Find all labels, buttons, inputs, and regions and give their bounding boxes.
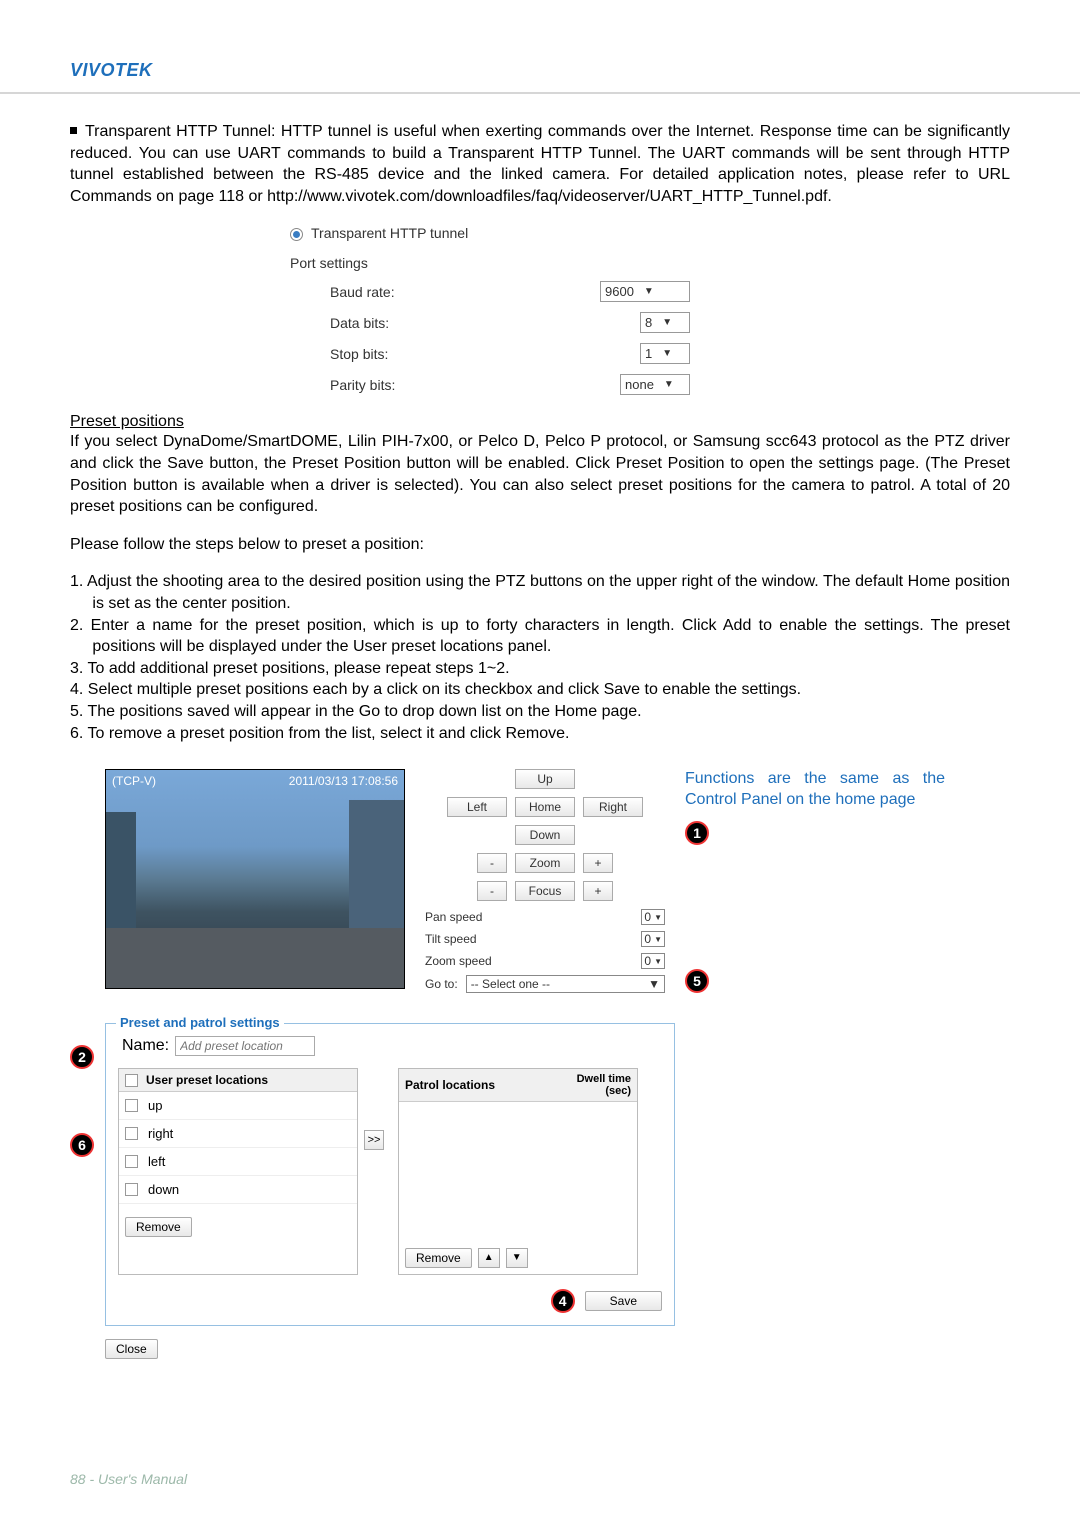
focus-near-button[interactable]: - <box>477 881 507 901</box>
zoom-speed-label: Zoom speed <box>425 954 641 968</box>
parity-label: Parity bits: <box>330 377 620 393</box>
marker-1: 1 <box>685 821 709 845</box>
intro-paragraph: Transparent HTTP Tunnel: HTTP tunnel is … <box>70 121 1010 207</box>
user-preset-box: User preset locations up right left down… <box>118 1068 358 1275</box>
list-item[interactable]: up <box>119 1092 357 1120</box>
video-timestamp: 2011/03/13 17:08:56 <box>289 774 398 788</box>
tilt-speed-label: Tilt speed <box>425 932 641 946</box>
parity-select[interactable]: none▼ <box>620 374 690 395</box>
pan-speed-label: Pan speed <box>425 910 641 924</box>
zoom-in-button[interactable]: + <box>583 853 613 873</box>
remove-button[interactable]: Remove <box>125 1217 192 1237</box>
home-button[interactable]: Home <box>515 797 575 817</box>
ptz-controls: Up Left Home Right Down - Zoom + - Focus… <box>425 769 665 993</box>
chevron-down-icon: ▼ <box>644 286 654 297</box>
baud-select[interactable]: 9600▼ <box>600 281 690 302</box>
goto-label: Go to: <box>425 977 458 991</box>
tilt-speed-select[interactable]: 0▼ <box>641 931 665 947</box>
radio-transparent-http[interactable]: Transparent HTTP tunnel <box>290 225 690 241</box>
chevron-down-icon: ▼ <box>654 935 662 944</box>
steps-list: 1. Adjust the shooting area to the desir… <box>70 571 1010 744</box>
move-up-button[interactable]: ▲ <box>478 1248 500 1268</box>
functions-note: Functions are the same as the Control Pa… <box>685 769 945 811</box>
marker-6: 6 <box>70 1133 94 1157</box>
down-button[interactable]: Down <box>515 825 575 845</box>
chevron-down-icon: ▼ <box>662 317 672 328</box>
preset-patrol-fieldset: Preset and patrol settings Name: User pr… <box>105 1023 675 1326</box>
name-input[interactable] <box>175 1036 315 1056</box>
transfer-button[interactable]: >> <box>364 1130 384 1150</box>
checkbox[interactable] <box>125 1099 138 1112</box>
move-down-button[interactable]: ▼ <box>506 1248 528 1268</box>
patrol-remove-button[interactable]: Remove <box>405 1248 472 1268</box>
chevron-down-icon: ▼ <box>654 957 662 966</box>
up-button[interactable]: Up <box>515 769 575 789</box>
step-2: 2. Enter a name for the preset position,… <box>70 615 1010 658</box>
pan-speed-select[interactable]: 0▼ <box>641 909 665 925</box>
chevron-down-icon: ▼ <box>662 348 672 359</box>
video-preview: (TCP-V) 2011/03/13 17:08:56 <box>105 769 405 989</box>
zoom-out-button[interactable]: - <box>477 853 507 873</box>
select-all-checkbox[interactable] <box>125 1074 138 1087</box>
preset-paragraph: If you select DynaDome/SmartDOME, Lilin … <box>70 431 1010 517</box>
brand: VIVOTEK <box>70 60 1010 81</box>
right-button[interactable]: Right <box>583 797 643 817</box>
left-button[interactable]: Left <box>447 797 507 817</box>
name-label: Name: <box>122 1037 169 1055</box>
step-3: 3. To add additional preset positions, p… <box>70 658 1010 680</box>
patrol-box: Patrol locations Dwell time (sec) Remove… <box>398 1068 638 1275</box>
zoom-speed-select[interactable]: 0▼ <box>641 953 665 969</box>
data-bits-label: Data bits: <box>330 315 640 331</box>
list-item[interactable]: left <box>119 1148 357 1176</box>
step-1: 1. Adjust the shooting area to the desir… <box>70 571 1010 614</box>
step-4: 4. Select multiple preset positions each… <box>70 679 1010 701</box>
fieldset-legend: Preset and patrol settings <box>116 1015 284 1030</box>
checkbox[interactable] <box>125 1183 138 1196</box>
baud-label: Baud rate: <box>330 284 600 300</box>
stop-bits-select[interactable]: 1▼ <box>640 343 690 364</box>
list-item[interactable]: right <box>119 1120 357 1148</box>
marker-2: 2 <box>70 1045 94 1069</box>
chevron-down-icon: ▼ <box>648 977 660 991</box>
radio-icon <box>290 228 303 241</box>
user-preset-header: User preset locations <box>146 1073 268 1087</box>
close-button[interactable]: Close <box>105 1339 158 1359</box>
preset-steps-intro: Please follow the steps below to preset … <box>70 534 1010 556</box>
page-footer: 88 - User's Manual <box>70 1471 187 1487</box>
step-6: 6. To remove a preset position from the … <box>70 723 1010 745</box>
dwell-header: Dwell time (sec) <box>571 1073 631 1097</box>
step-5: 5. The positions saved will appear in th… <box>70 701 1010 723</box>
patrol-header: Patrol locations <box>405 1078 495 1092</box>
marker-5: 5 <box>685 969 709 993</box>
focus-far-button[interactable]: + <box>583 881 613 901</box>
data-bits-select[interactable]: 8▼ <box>640 312 690 333</box>
divider <box>0 92 1080 94</box>
video-title: (TCP-V) <box>112 774 156 788</box>
goto-select[interactable]: -- Select one --▼ <box>466 975 665 993</box>
zoom-label: Zoom <box>515 853 575 873</box>
preset-heading: Preset positions <box>70 413 1010 431</box>
focus-label: Focus <box>515 881 575 901</box>
chevron-down-icon: ▼ <box>664 379 674 390</box>
bullet-icon <box>70 127 77 134</box>
marker-4: 4 <box>551 1289 575 1313</box>
checkbox[interactable] <box>125 1155 138 1168</box>
list-item[interactable]: down <box>119 1176 357 1204</box>
port-settings-title: Port settings <box>290 255 690 271</box>
save-button[interactable]: Save <box>585 1291 662 1311</box>
checkbox[interactable] <box>125 1127 138 1140</box>
stop-bits-label: Stop bits: <box>330 346 640 362</box>
chevron-down-icon: ▼ <box>654 913 662 922</box>
